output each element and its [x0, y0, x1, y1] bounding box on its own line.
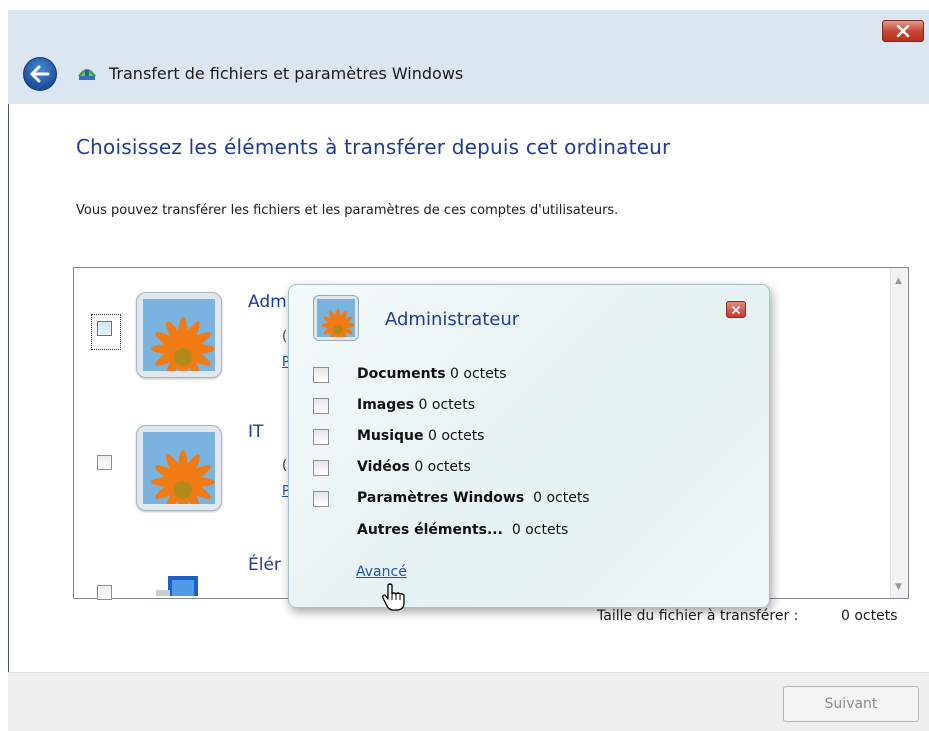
item-size: 0 octets — [414, 459, 471, 475]
back-arrow-icon — [30, 65, 50, 83]
windows-settings-checkbox[interactable] — [313, 491, 329, 507]
window-title: Transfert de fichiers et paramètres Wind… — [109, 64, 464, 83]
item-size: 0 octets — [533, 490, 590, 506]
computer-icon — [150, 572, 214, 596]
avatar — [136, 292, 222, 378]
documents-checkbox[interactable] — [313, 367, 329, 383]
account-name: IT — [248, 422, 264, 442]
images-checkbox[interactable] — [313, 398, 329, 414]
item-label: Paramètres Windows — [357, 490, 525, 506]
other-items: Autres éléments... 0 octets — [357, 522, 568, 538]
avatar — [136, 425, 222, 511]
scrollbar[interactable]: ▲ ▼ — [890, 268, 908, 598]
scroll-down-icon[interactable]: ▼ — [895, 582, 902, 592]
next-button[interactable]: Suivant — [783, 686, 919, 722]
videos-item: Vidéos 0 octets — [357, 459, 471, 475]
transfer-app-icon — [76, 62, 98, 84]
title-bar — [8, 10, 929, 104]
close-button[interactable] — [882, 20, 924, 42]
item-label: Vidéos — [357, 459, 410, 475]
music-checkbox[interactable] — [313, 429, 329, 445]
account-checkbox[interactable] — [97, 585, 112, 600]
item-label: Musique — [357, 428, 424, 444]
account-size: ( — [282, 329, 288, 344]
transfer-size-value: 0 octets — [841, 608, 898, 624]
back-button[interactable] — [23, 57, 57, 91]
account-name: Élér — [248, 555, 281, 575]
advanced-link[interactable]: Avancé — [356, 564, 407, 580]
hand-cursor-icon — [379, 582, 409, 616]
popup-close-button[interactable] — [726, 301, 746, 318]
window-border — [8, 10, 9, 730]
popup-title: Administrateur — [385, 309, 520, 330]
item-label: Autres éléments... — [357, 522, 503, 538]
item-label: Images — [357, 397, 415, 413]
item-size: 0 octets — [511, 522, 569, 538]
windows-settings-item: Paramètres Windows 0 octets — [357, 490, 590, 506]
flower-icon — [143, 299, 215, 371]
account-name: Adm — [248, 292, 287, 312]
page-description: Vous pouvez transférer les fichiers et l… — [76, 203, 619, 218]
account-size: ( — [282, 458, 288, 473]
page-title: Choisissez les éléments à transférer dep… — [76, 135, 671, 159]
flower-icon — [317, 299, 355, 337]
close-icon — [732, 305, 740, 314]
item-size: 0 octets — [418, 397, 476, 413]
item-size: 0 octets — [450, 366, 507, 382]
videos-checkbox[interactable] — [313, 460, 329, 476]
account-details-popup: Administrateur Documents 0 octets Images… — [288, 284, 770, 608]
music-item: Musique 0 octets — [357, 428, 484, 444]
scroll-up-icon[interactable]: ▲ — [895, 276, 902, 286]
images-item: Images 0 octets — [357, 397, 475, 413]
close-icon — [896, 25, 910, 37]
item-label: Documents — [357, 366, 446, 382]
documents-item: Documents 0 octets — [357, 366, 507, 382]
avatar — [313, 295, 359, 341]
account-checkbox[interactable] — [97, 455, 112, 470]
flower-icon — [143, 432, 215, 504]
item-size: 0 octets — [427, 428, 485, 444]
transfer-size-label: Taille du fichier à transférer : — [597, 608, 799, 624]
account-checkbox[interactable] — [97, 321, 112, 336]
